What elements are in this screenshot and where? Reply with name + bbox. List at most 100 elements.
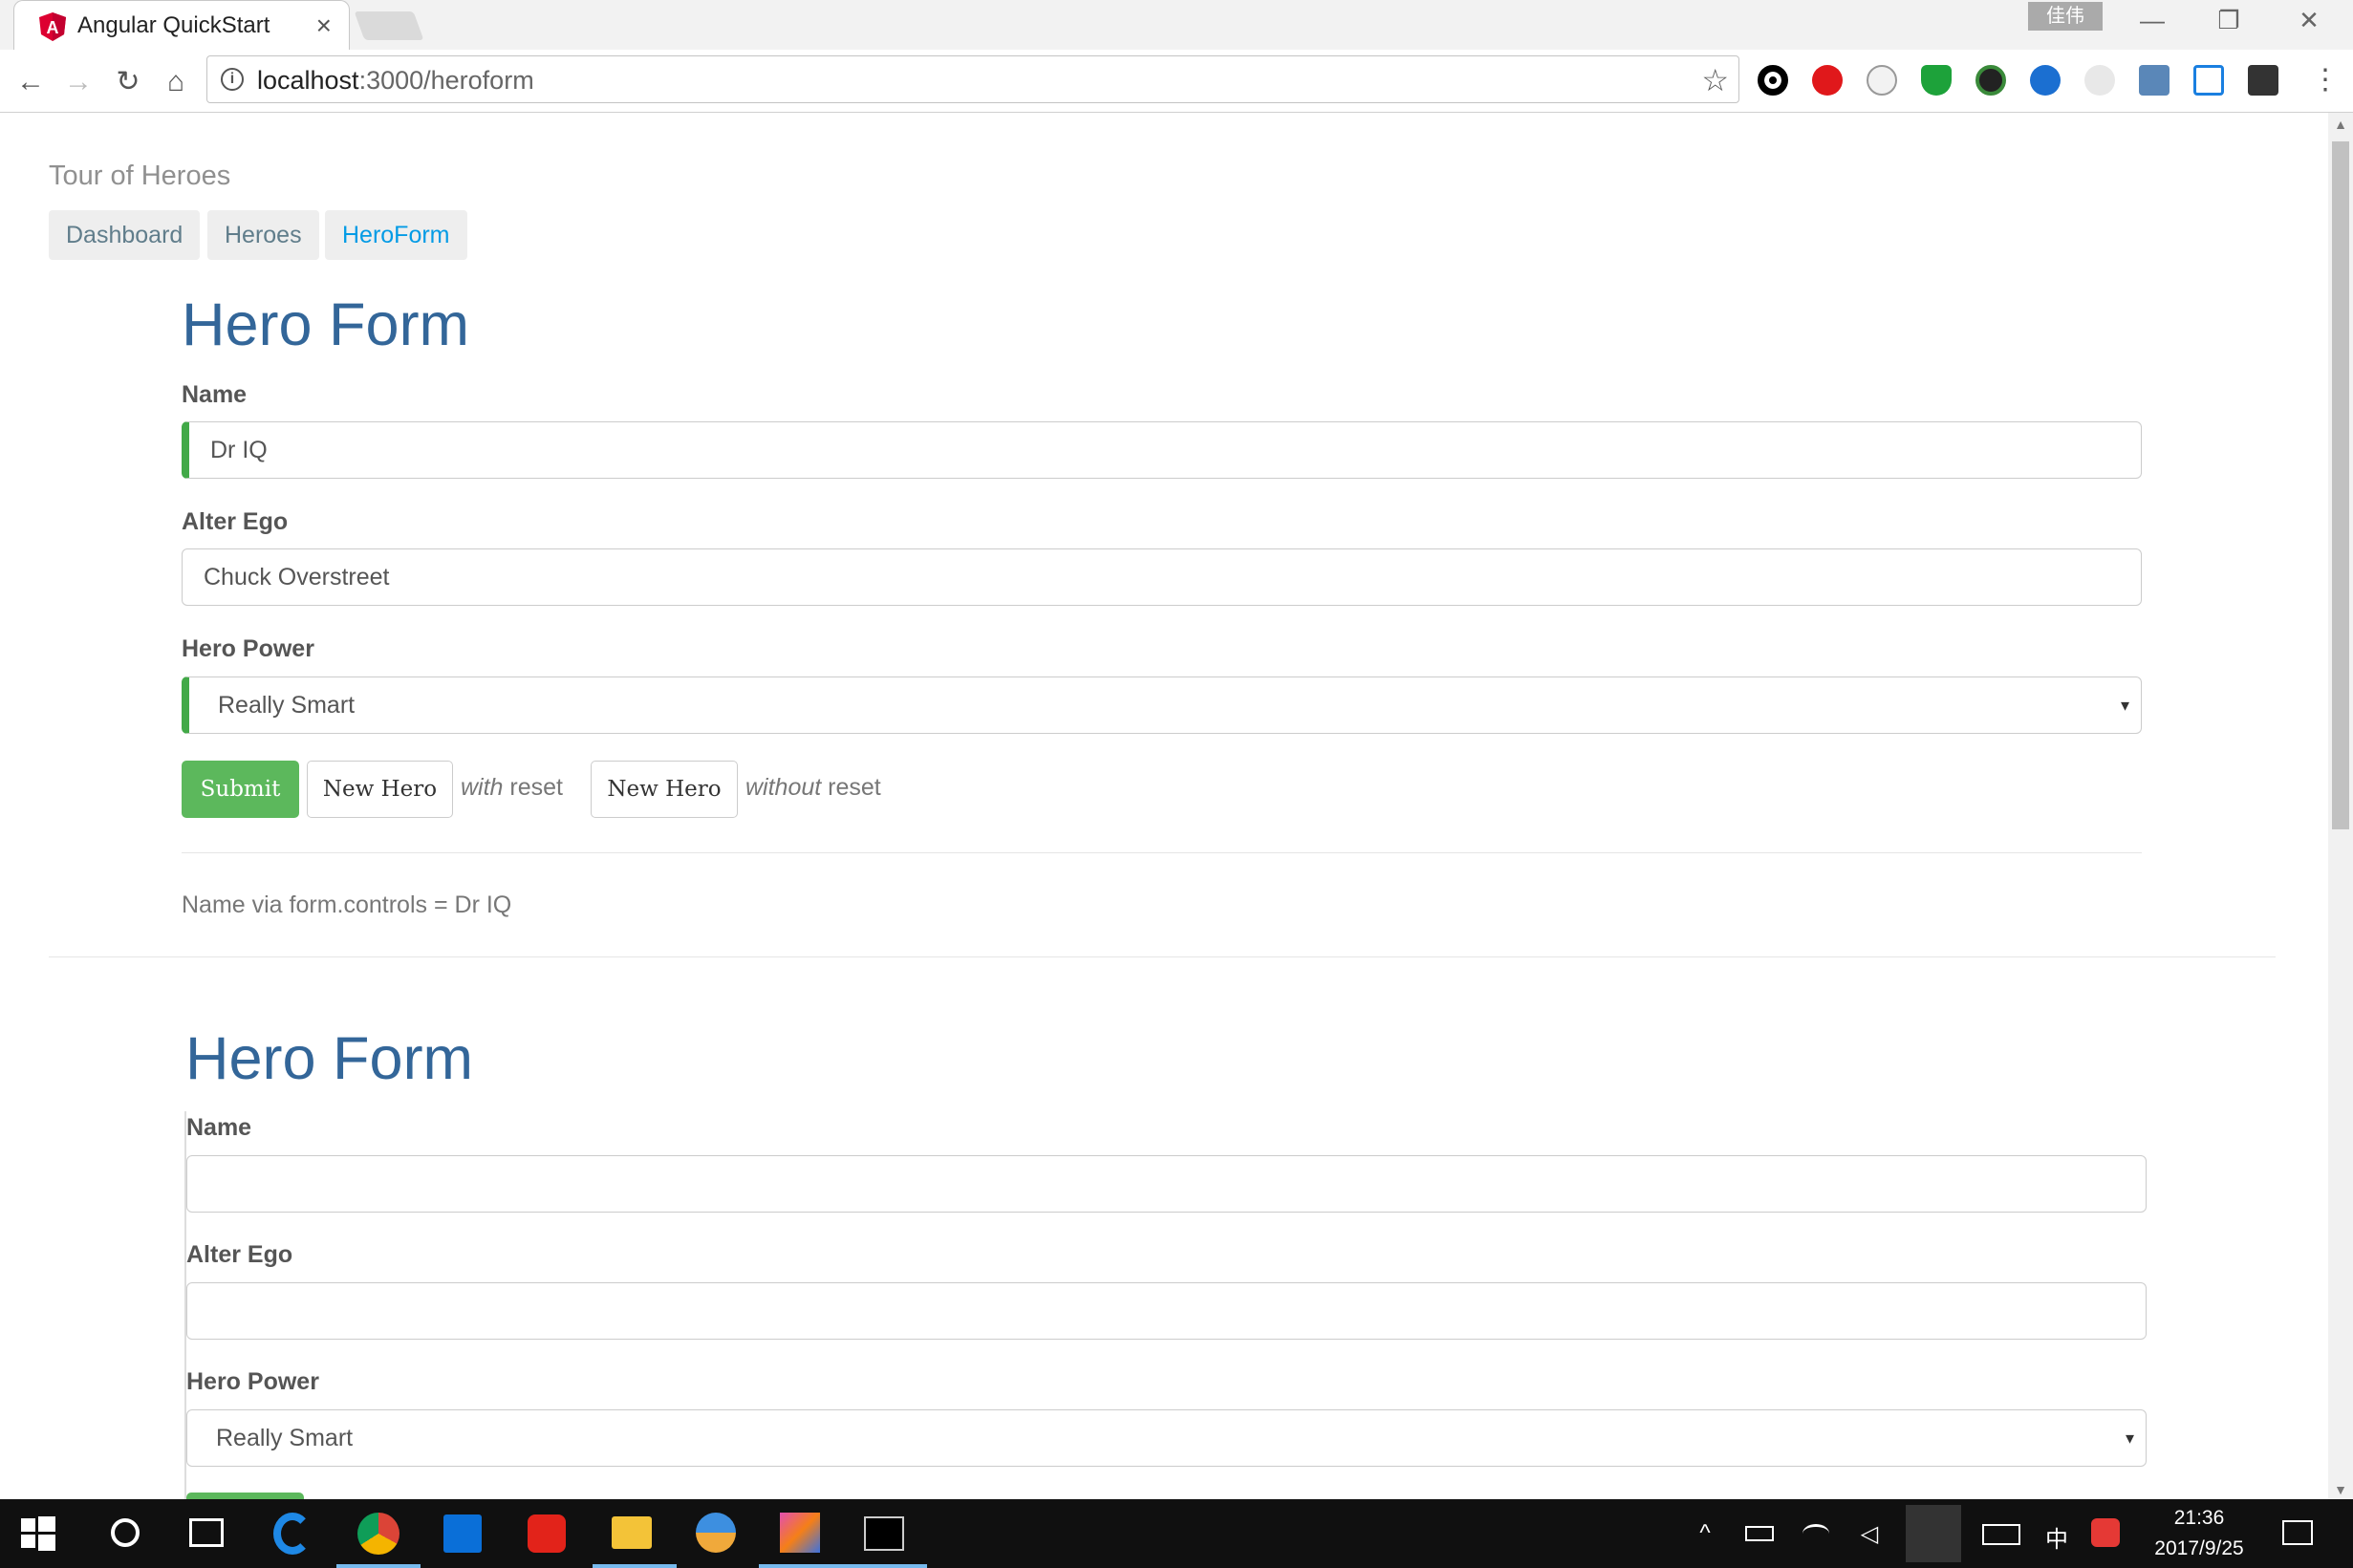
with-reset-note: with reset	[461, 774, 563, 802]
circle-icon[interactable]	[1758, 65, 1788, 96]
form2-alter-ego-input[interactable]	[186, 1282, 2147, 1340]
form1-power-label: Hero Power	[182, 635, 314, 662]
netease-music-icon[interactable]	[528, 1514, 566, 1553]
explorer-active-indicator	[593, 1564, 677, 1568]
volume-icon[interactable]: ◁	[1856, 1520, 1883, 1548]
browser-toolbar: ← → ↻ ⌂ i localhost:3000/heroform ☆ ⋮	[0, 50, 2353, 113]
action-center-icon[interactable]	[2282, 1520, 2313, 1545]
restore-icon[interactable]: ❐	[2210, 6, 2248, 35]
windows-start-icon[interactable]	[21, 1516, 55, 1551]
scroll-up-icon[interactable]: ▲	[2328, 117, 2353, 132]
intellij-icon[interactable]	[780, 1513, 820, 1553]
without-reset-em: without	[745, 774, 822, 801]
back-icon[interactable]: ←	[11, 63, 50, 101]
edge-icon[interactable]	[273, 1513, 312, 1555]
clock-date: 2017/9/25	[2154, 1537, 2244, 1559]
upload-icon[interactable]	[2139, 65, 2170, 96]
tree-icon[interactable]	[2084, 65, 2115, 96]
form2-power-select[interactable]: Really Smart ▾	[186, 1409, 2147, 1467]
chrome-icon[interactable]	[357, 1513, 399, 1555]
wifi-icon[interactable]	[1803, 1524, 1829, 1543]
star-icon[interactable]	[2030, 65, 2061, 96]
tray-chevron-icon[interactable]: ^	[1694, 1520, 1716, 1547]
windows-taskbar: ^ ◁ 中 21:36 2017/9/25	[0, 1499, 2353, 1568]
section-divider	[49, 956, 2276, 957]
form1-alter-ego-label: Alter Ego	[182, 508, 289, 535]
without-reset-rest: reset	[821, 774, 881, 801]
home-icon[interactable]: ⌂	[157, 63, 195, 101]
chrome-active-indicator	[336, 1564, 421, 1568]
scroll-thumb[interactable]	[2332, 141, 2349, 829]
tab-close-icon[interactable]: ×	[316, 11, 332, 41]
form1-name-label: Name	[182, 381, 248, 408]
clock-time: 21:36	[2173, 1507, 2225, 1529]
v-icon[interactable]	[2193, 65, 2224, 96]
file-explorer-icon[interactable]	[612, 1516, 652, 1549]
chevron-down-icon: ▾	[2125, 1428, 2134, 1448]
dark-circle-icon[interactable]	[1975, 65, 2006, 96]
form1-alter-ego-input[interactable]: Chuck Overstreet	[182, 548, 2142, 606]
sogou-icon[interactable]	[2091, 1518, 2120, 1547]
ime-indicator[interactable]: 中	[2043, 1520, 2070, 1554]
chevron-down-icon: ▾	[2120, 696, 2129, 715]
forward-icon[interactable]: →	[59, 63, 97, 101]
with-reset-rest: reset	[503, 774, 563, 801]
form1-power-select[interactable]: Really Smart ▾	[182, 677, 2142, 734]
angular-icon: A	[39, 12, 66, 41]
task-view-icon[interactable]	[189, 1518, 224, 1547]
profile-badge[interactable]: 佳伟	[2028, 2, 2103, 31]
site-info-icon[interactable]: i	[221, 68, 244, 91]
form2-submit-button[interactable]	[186, 1493, 304, 1499]
close-window-icon[interactable]: ✕	[2290, 6, 2328, 35]
new-tab-button[interactable]	[354, 11, 424, 40]
pen-icon[interactable]	[1906, 1505, 1961, 1562]
new-hero-with-reset-button[interactable]: New Hero	[307, 761, 453, 818]
outlook-icon[interactable]	[443, 1514, 482, 1553]
bookmark-star-icon[interactable]: ☆	[1701, 62, 1729, 98]
new-hero-without-reset-button[interactable]: New Hero	[591, 761, 738, 818]
form2-power-value: Really Smart	[216, 1425, 354, 1451]
form2-heading: Hero Form	[185, 1025, 474, 1092]
form1-divider	[182, 852, 2142, 853]
opera-icon[interactable]	[1812, 65, 1843, 96]
reload-icon[interactable]: ↻	[109, 63, 147, 101]
keyboard-icon[interactable]	[1982, 1524, 2020, 1545]
form1-heading: Hero Form	[182, 291, 470, 358]
url-path: :3000/heroform	[358, 66, 534, 95]
form2-name-input[interactable]	[186, 1155, 2147, 1213]
url-text[interactable]: localhost:3000/heroform	[257, 66, 534, 96]
browser-tab[interactable]: A Angular QuickStart ×	[13, 0, 350, 50]
tab-title: Angular QuickStart	[77, 12, 270, 38]
battery-icon[interactable]	[1745, 1526, 1774, 1541]
form2-name-label: Name	[186, 1114, 252, 1141]
page-scrollbar[interactable]: ▲ ▼	[2328, 113, 2353, 1499]
nav-heroform[interactable]: HeroForm	[325, 210, 467, 260]
form1-name-input[interactable]: Dr IQ	[182, 421, 2142, 479]
form1-power-value: Really Smart	[218, 692, 356, 719]
shield-icon[interactable]	[1921, 65, 1952, 96]
crane-icon[interactable]	[1867, 65, 1897, 96]
browser-app-icon[interactable]	[696, 1513, 736, 1553]
nav-heroes[interactable]: Heroes	[207, 210, 319, 260]
taskbar-clock[interactable]: 21:36 2017/9/25	[2137, 1503, 2261, 1564]
cortana-icon[interactable]	[111, 1518, 140, 1547]
app-title: Tour of Heroes	[49, 161, 231, 191]
terminal-active-indicator	[843, 1564, 927, 1568]
submit-button[interactable]: Submit	[182, 761, 299, 818]
with-reset-em: with	[461, 774, 504, 801]
svg-text:A: A	[47, 18, 59, 37]
nav-dashboard[interactable]: Dashboard	[49, 210, 201, 260]
browser-titlebar: A Angular QuickStart × 佳伟 — ❐ ✕	[0, 0, 2353, 50]
form2-alter-ego-label: Alter Ego	[186, 1241, 293, 1268]
scroll-down-icon[interactable]: ▼	[2328, 1482, 2353, 1497]
minimize-icon[interactable]: —	[2133, 6, 2171, 35]
more-icon[interactable]	[2248, 65, 2278, 96]
url-host: localhost	[257, 66, 359, 95]
form-controls-text: Name via form.controls = Dr IQ	[182, 891, 512, 918]
page-viewport: Tour of Heroes Dashboard Heroes HeroForm…	[0, 113, 2328, 1499]
address-bar[interactable]: i localhost:3000/heroform ☆	[206, 55, 1739, 103]
menu-icon[interactable]: ⋮	[2311, 61, 2340, 99]
form2-power-label: Hero Power	[186, 1368, 319, 1395]
terminal-icon[interactable]	[864, 1516, 904, 1551]
without-reset-note: without reset	[745, 774, 881, 802]
